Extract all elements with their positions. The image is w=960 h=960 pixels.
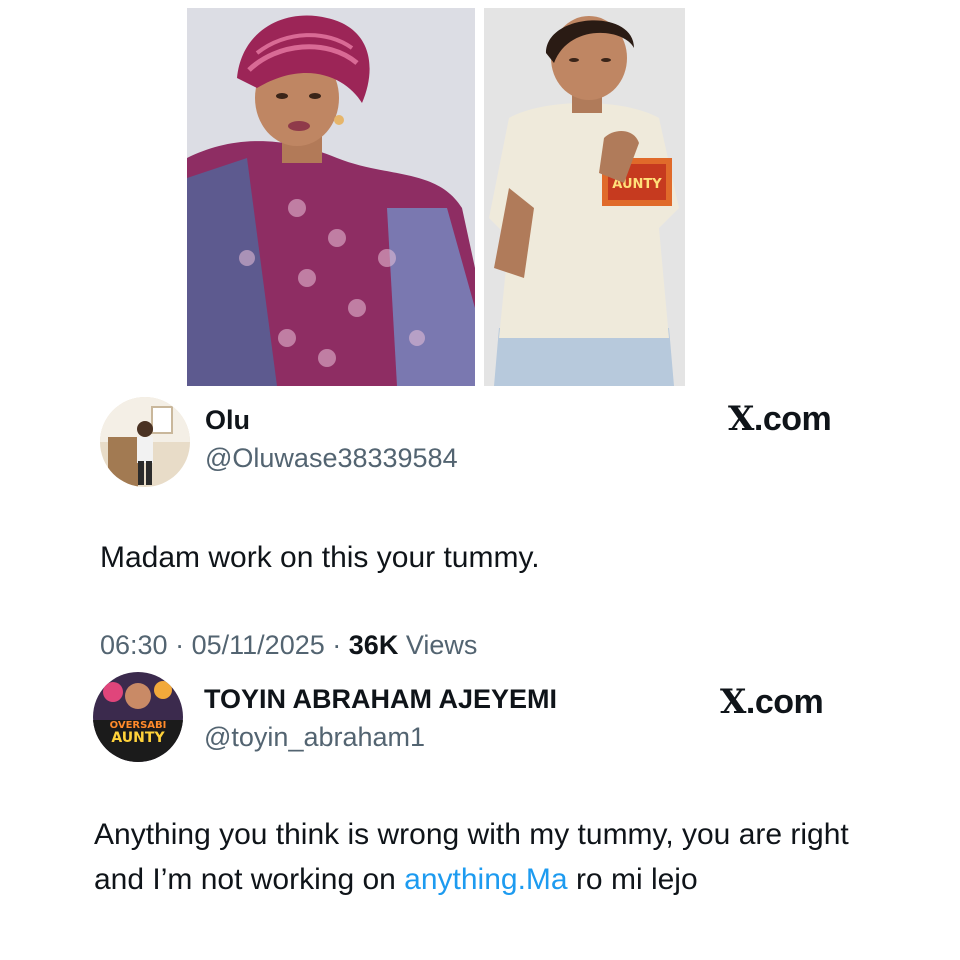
tweet1-x-logo: X.com	[728, 399, 832, 439]
tweet2-x-logo: X.com	[720, 682, 824, 722]
tweet2-author-name[interactable]: TOYIN ABRAHAM AJEYEMI	[204, 684, 557, 715]
x-logo-icon: X	[720, 682, 746, 722]
x-domain-text: .com	[753, 400, 832, 438]
tweet1-time: 06:30	[100, 630, 168, 660]
tweet2-link[interactable]: anything.Ma	[404, 863, 567, 896]
meta-separator: ·	[175, 630, 185, 660]
tweet2-header: OVERSABI AUNTY TOYIN ABRAHAM AJEYEMI @to…	[0, 670, 960, 770]
tweet2-text-part2: ro mi lejo	[567, 863, 698, 896]
tweet2-avatar[interactable]: OVERSABI AUNTY	[93, 672, 183, 762]
avatar-text-line2: AUNTY	[111, 730, 165, 746]
tweet1-views-label[interactable]: Views	[406, 630, 478, 660]
photo-left-woman-in-aso-oke[interactable]	[187, 8, 475, 386]
tweet1-avatar[interactable]	[100, 397, 190, 487]
x-domain-text: .com	[745, 683, 824, 721]
tweet1-author-name[interactable]: Olu	[205, 405, 250, 436]
tweet1-meta: 06:30 · 05/11/2025 · 36K Views	[100, 630, 477, 661]
photo-right-woman-in-tshirt[interactable]: AUNTY	[484, 8, 685, 386]
x-logo-icon: X	[728, 399, 754, 439]
tweet1-text: Madam work on this your tummy.	[100, 541, 540, 574]
meta-separator: ·	[332, 630, 342, 660]
tweet1-date: 05/11/2025	[191, 630, 325, 660]
tweet2-text: Anything you think is wrong with my tumm…	[94, 812, 854, 902]
tweet1-author-handle[interactable]: @Oluwase38339584	[205, 443, 458, 474]
tweet2-author-handle[interactable]: @toyin_abraham1	[204, 722, 425, 753]
tweet1-views-count: 36K	[348, 630, 399, 660]
tweet1-header: Olu @Oluwase38339584 X.com	[0, 393, 960, 493]
